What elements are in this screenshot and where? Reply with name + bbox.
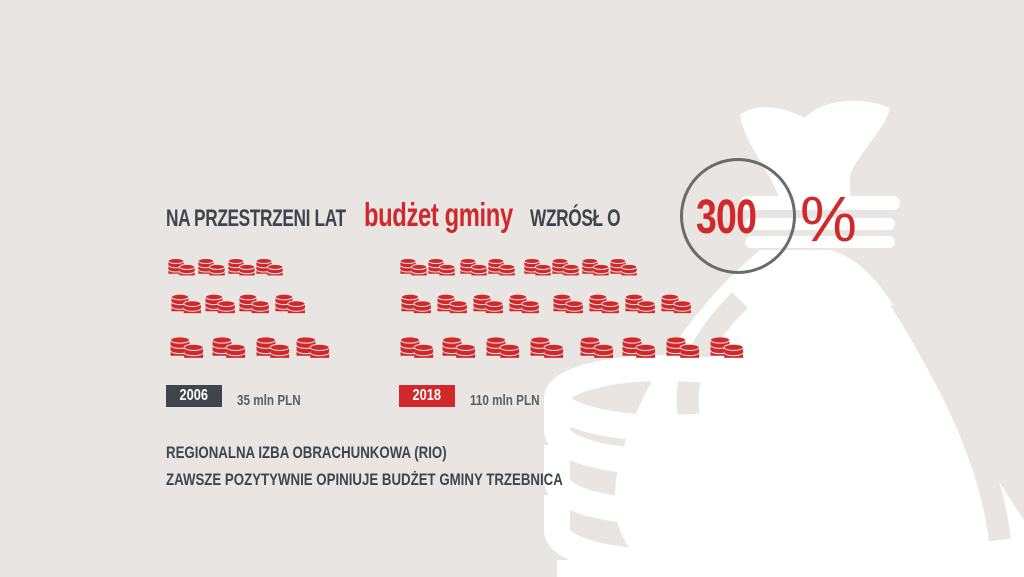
- coin-stack-icon: [436, 293, 468, 314]
- year-label-2018: 2018: [412, 387, 442, 404]
- coin-stack-icon: [170, 336, 204, 358]
- coin-stack-icon: [442, 336, 476, 358]
- year-badge-2006: 2006: [166, 385, 222, 407]
- coin-stack-icon: [508, 293, 540, 314]
- coin-stack-icon: [227, 257, 256, 276]
- coin-stack-icon: [710, 336, 744, 358]
- coin-stack-icon: [486, 336, 520, 358]
- coin-stack-icon: [212, 336, 246, 358]
- coin-stack-icon: [580, 336, 614, 358]
- coin-stack-icon: [204, 293, 236, 314]
- footnote-line-1: REGIONALNA IZBA OBRACHUNKOWA (RIO): [166, 443, 447, 462]
- footnote-line-2: ZAWSZE POZYTYWNIE OPINIUJE BUDŻET GMINY …: [166, 470, 563, 489]
- coin-stack-icon: [624, 293, 656, 314]
- coin-stack-icon: [581, 257, 610, 276]
- coin-stack-icon: [167, 257, 196, 276]
- coin-stack-icon: [487, 257, 516, 276]
- coin-stack-icon: [399, 257, 428, 276]
- coin-stack-icon: [523, 257, 552, 276]
- coin-stack-icon: [588, 293, 620, 314]
- coin-stack-icon: [255, 257, 284, 276]
- coin-stack-icon: [427, 257, 456, 276]
- coin-stacks-graphic: [167, 257, 744, 358]
- coin-stack-icon: [530, 336, 564, 358]
- coin-stack-icon: [256, 336, 290, 358]
- coin-stack-icon: [459, 257, 488, 276]
- coin-stack-icon: [551, 257, 580, 276]
- year-badge-2018: 2018: [399, 385, 455, 407]
- coin-stack-icon: [170, 293, 202, 314]
- amount-2006: 35 mln PLN: [237, 392, 301, 409]
- coin-stack-icon: [400, 336, 434, 358]
- coin-stack-icon: [666, 336, 700, 358]
- coin-stack-icon: [274, 293, 306, 314]
- coin-stack-icon: [472, 293, 504, 314]
- coin-stack-icon: [622, 336, 656, 358]
- coin-stack-icon: [660, 293, 692, 314]
- coin-stack-icon: [197, 257, 226, 276]
- amount-2018: 110 mln PLN: [470, 392, 540, 409]
- coin-stack-icon: [400, 293, 432, 314]
- coin-stack-icon: [238, 293, 270, 314]
- coin-stack-icon: [296, 336, 330, 358]
- coin-stack-icon: [609, 257, 638, 276]
- year-label-2006: 2006: [179, 387, 209, 404]
- coin-stack-icon: [552, 293, 584, 314]
